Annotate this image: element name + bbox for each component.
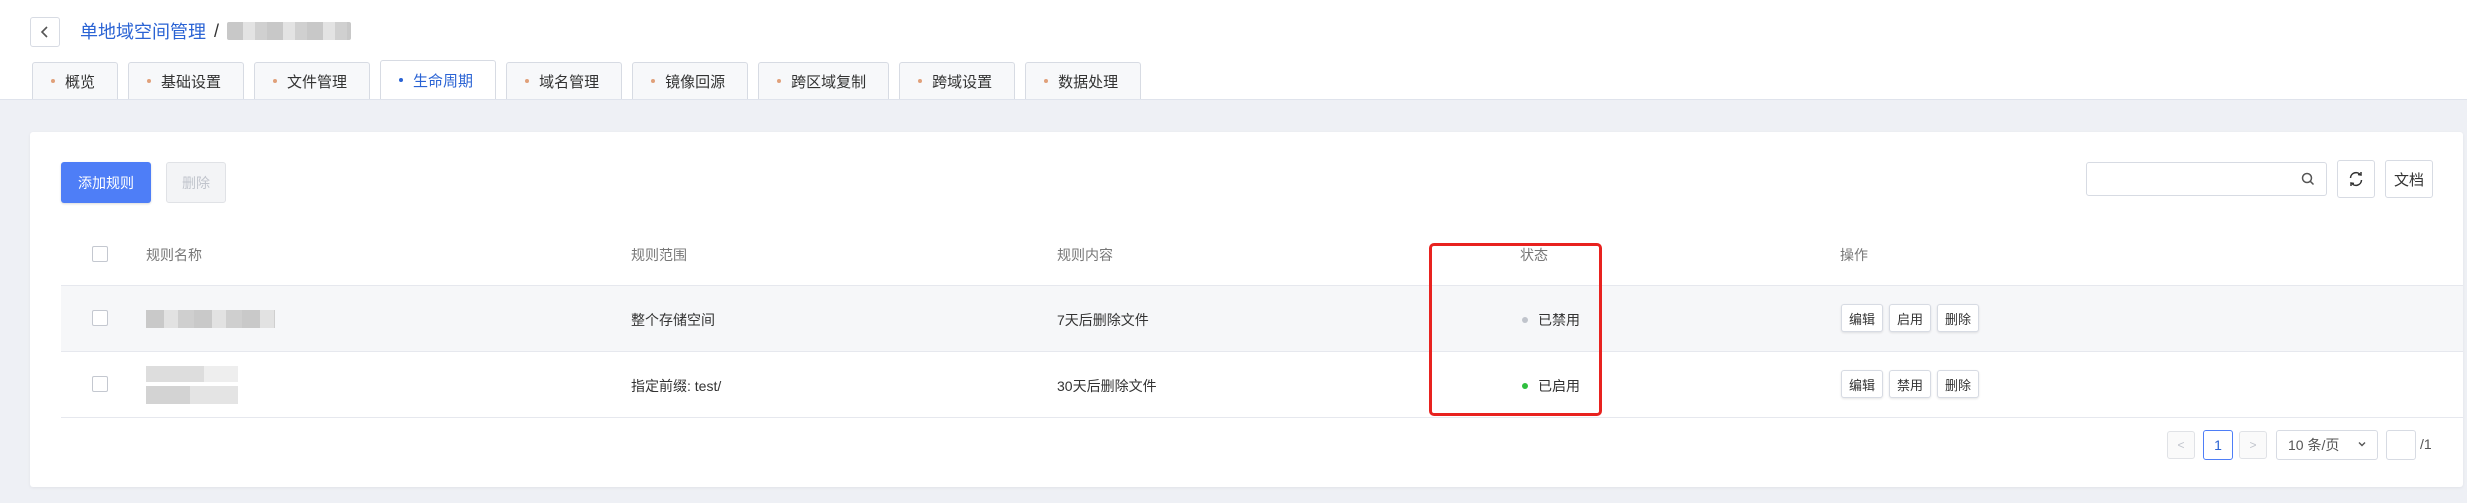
tab-lifecycle[interactable]: 生命周期 <box>380 60 497 99</box>
tab-bar: 概览 基础设置 文件管理 生命周期 域名管理 镜像回源 跨区域复制 跨域设置 数… <box>32 60 1151 99</box>
tab-dot-icon <box>651 79 656 83</box>
delete-row-button[interactable]: 删除 <box>1937 370 1980 398</box>
delete-row-button[interactable]: 删除 <box>1937 304 1980 332</box>
tab-label: 概览 <box>65 73 96 91</box>
tab-label: 跨域设置 <box>932 73 993 91</box>
edit-button[interactable]: 编辑 <box>1841 304 1884 332</box>
tab-data-processing[interactable]: 数据处理 <box>1025 62 1142 99</box>
tab-dot-icon <box>1044 79 1049 83</box>
breadcrumb: 单地域空间管理 / <box>80 18 352 44</box>
tab-overview[interactable]: 概览 <box>32 62 119 99</box>
row-actions: 编辑 禁用 删除 <box>1841 370 1985 398</box>
page-total: /1 <box>2420 436 2432 452</box>
row-checkbox[interactable] <box>92 376 108 392</box>
rules-table: 规则名称 规则范围 规则内容 状态 操作 整个存储空间 7天后删除文件 已禁用 … <box>61 224 2463 418</box>
rule-name-redacted <box>146 310 275 328</box>
rule-content: 7天后删除文件 <box>1057 312 1149 328</box>
doc-button[interactable]: 文档 <box>2385 160 2433 198</box>
tab-cross-region-replication[interactable]: 跨区域复制 <box>758 62 890 99</box>
row-checkbox[interactable] <box>92 310 108 326</box>
rule-name-redacted <box>146 366 238 404</box>
lifecycle-card: 添加规则 删除 文档 规则名称 规则范围 规则内容 状态 操作 整个存储空间 7… <box>30 132 2463 487</box>
enable-button[interactable]: 启用 <box>1889 304 1932 332</box>
disable-button[interactable]: 禁用 <box>1889 370 1932 398</box>
tab-label: 生命周期 <box>413 72 474 90</box>
tab-dot-icon <box>399 78 404 82</box>
table-row: 指定前缀: test/ 30天后删除文件 已启用 编辑 禁用 删除 <box>61 352 2463 418</box>
tab-dot-icon <box>918 79 923 83</box>
tab-label: 镜像回源 <box>665 73 726 91</box>
row-actions: 编辑 启用 删除 <box>1841 304 1985 332</box>
tab-dot-icon <box>273 79 278 83</box>
tab-label: 数据处理 <box>1058 73 1119 91</box>
breadcrumb-link[interactable]: 单地域空间管理 <box>80 18 206 44</box>
column-header: 规则范围 <box>631 247 687 263</box>
edit-button[interactable]: 编辑 <box>1841 370 1884 398</box>
select-all-checkbox[interactable] <box>92 246 108 262</box>
tab-label: 基础设置 <box>161 73 222 91</box>
tab-dot-icon <box>777 79 782 83</box>
column-header: 操作 <box>1840 247 1868 263</box>
tab-dot-icon <box>51 79 55 83</box>
add-rule-button[interactable]: 添加规则 <box>61 162 151 203</box>
tab-domain-management[interactable]: 域名管理 <box>506 62 623 99</box>
delete-button[interactable]: 删除 <box>166 162 226 203</box>
table-row: 整个存储空间 7天后删除文件 已禁用 编辑 启用 删除 <box>61 286 2463 352</box>
chevron-left-icon <box>40 26 48 38</box>
prev-page-button[interactable]: < <box>2167 431 2195 459</box>
search-icon[interactable] <box>2300 171 2316 187</box>
rule-content: 30天后删除文件 <box>1057 378 1157 394</box>
tab-label: 跨区域复制 <box>791 73 867 91</box>
search-input[interactable] <box>2097 164 2297 194</box>
page-size-select[interactable]: 10 条/页 <box>2276 430 2378 460</box>
tab-dot-icon <box>147 79 152 83</box>
page-header: 单地域空间管理 / 概览 基础设置 文件管理 生命周期 域名管理 镜像回源 跨区… <box>0 0 2467 100</box>
tab-label: 文件管理 <box>287 73 348 91</box>
refresh-icon <box>2349 171 2363 187</box>
page-number-current[interactable]: 1 <box>2203 430 2233 460</box>
back-button[interactable] <box>30 17 60 47</box>
tab-file-management[interactable]: 文件管理 <box>254 62 371 99</box>
next-page-button[interactable]: > <box>2239 431 2267 459</box>
rule-scope: 指定前缀: test/ <box>631 378 722 394</box>
tab-dot-icon <box>525 79 530 83</box>
page-size-label: 10 条/页 <box>2288 437 2340 453</box>
rule-scope: 整个存储空间 <box>631 312 715 328</box>
highlight-box <box>1429 243 1602 416</box>
tab-basic-settings[interactable]: 基础设置 <box>128 62 245 99</box>
breadcrumb-separator: / <box>214 20 220 41</box>
column-header: 规则内容 <box>1057 247 1113 263</box>
page-jump-input[interactable] <box>2386 430 2416 460</box>
bucket-name-redacted <box>227 22 352 40</box>
chevron-down-icon <box>2357 439 2367 452</box>
table-header: 规则名称 规则范围 规则内容 状态 操作 <box>61 224 2463 286</box>
refresh-button[interactable] <box>2337 160 2375 198</box>
tab-label: 域名管理 <box>539 73 600 91</box>
column-header: 规则名称 <box>146 247 202 263</box>
search-box <box>2086 162 2327 196</box>
tab-cors-settings[interactable]: 跨域设置 <box>899 62 1016 99</box>
tab-mirror-origin[interactable]: 镜像回源 <box>632 62 749 99</box>
